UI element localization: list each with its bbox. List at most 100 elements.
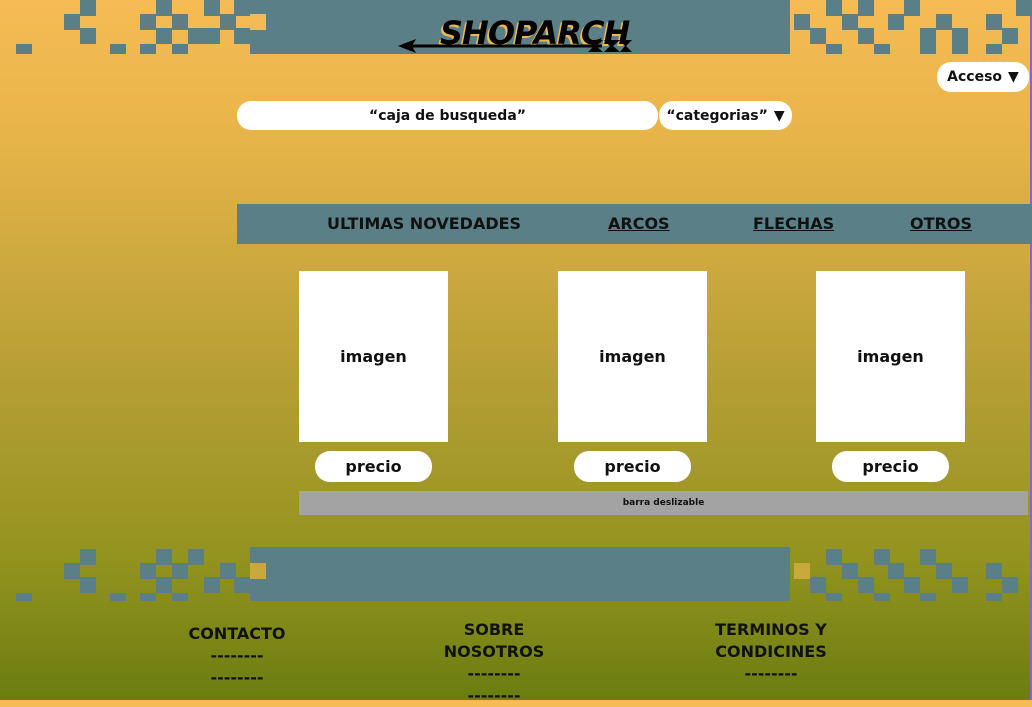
nav-item-latest[interactable]: ULTIMAS NOVEDADES	[327, 214, 521, 233]
decor-pixel	[810, 577, 826, 593]
decor-pixel	[904, 0, 920, 16]
product-price-label: precio	[862, 457, 919, 476]
decor-pixel	[172, 563, 188, 579]
footer-terms-line: --------	[744, 664, 798, 683]
product-price-label: precio	[345, 457, 402, 476]
decor-pixel	[986, 563, 1002, 579]
caret-down-icon: ▼	[1008, 69, 1019, 85]
decor-pixel	[156, 577, 172, 593]
decor-pixel	[920, 28, 936, 44]
nav-item-bows[interactable]: ARCOS	[608, 214, 670, 233]
decor-pixel	[986, 14, 1002, 30]
decor-pixel	[172, 44, 188, 54]
caret-down-icon: ▼	[773, 107, 785, 124]
footer-about: SOBRE NOSOTROS -------- --------	[414, 619, 574, 707]
decor-pixel	[904, 577, 920, 593]
product-price-button[interactable]: precio	[574, 451, 691, 482]
footer-contact: CONTACTO -------- --------	[187, 623, 287, 689]
product-scrollbar[interactable]: barra deslizable	[299, 491, 1028, 515]
decor-pixel	[140, 563, 156, 579]
decor-pixel	[1002, 28, 1018, 44]
decor-pixel	[858, 28, 874, 44]
footer-contact-line: --------	[210, 668, 264, 687]
footer-band	[0, 547, 1032, 601]
access-label: Acceso	[947, 69, 1003, 85]
decor-pixel	[920, 593, 936, 601]
scrollbar-label: barra deslizable	[622, 498, 705, 508]
decor-pixel	[140, 593, 156, 601]
category-nav: ULTIMAS NOVEDADES ARCOS FLECHAS OTROS	[237, 204, 1032, 244]
product-image[interactable]: imagen	[558, 271, 707, 442]
footer-terms-title[interactable]: TERMINOS Y	[706, 619, 836, 641]
decor-pixel	[810, 28, 826, 44]
nav-item-arrows[interactable]: FLECHAS	[753, 214, 834, 233]
decor-pixel	[110, 593, 126, 601]
decor-pixel	[172, 593, 188, 601]
decor-pixel	[826, 593, 842, 601]
decor-pixel	[986, 593, 1002, 601]
footer-terms: TERMINOS Y CONDICINES --------	[706, 619, 836, 685]
decor-pixel	[888, 14, 904, 30]
decor-pixel	[64, 563, 80, 579]
footer-terms-title[interactable]: CONDICINES	[706, 641, 836, 663]
decor-pixel	[16, 593, 32, 601]
product-price-label: precio	[604, 457, 661, 476]
decor-pixel	[1016, 0, 1032, 16]
decor-pixel	[80, 0, 96, 16]
arrow-icon	[398, 39, 632, 53]
decor-pixel	[920, 44, 936, 54]
footer-band-bar	[250, 547, 790, 601]
decor-pixel	[874, 593, 890, 601]
product-image[interactable]: imagen	[816, 271, 965, 442]
decor-pixel	[826, 0, 842, 16]
decor-pixel	[234, 28, 250, 44]
decor-pixel	[204, 577, 220, 593]
decor-pixel	[952, 44, 968, 54]
decor-pixel	[16, 44, 32, 54]
decor-pixel	[936, 563, 952, 579]
product-price-button[interactable]: precio	[832, 451, 949, 482]
decor-pixel	[156, 0, 172, 16]
decor-pixel	[80, 577, 96, 593]
decor-pixel	[188, 549, 204, 565]
decor-pixel	[842, 563, 858, 579]
decor-pixel	[986, 44, 1002, 54]
footer-contact-line: --------	[210, 646, 264, 665]
decor-pixel	[172, 14, 188, 30]
access-dropdown[interactable]: Acceso ▼	[937, 62, 1029, 92]
footer-about-line: --------	[467, 664, 521, 683]
categories-label: “categorias”	[666, 107, 768, 124]
decor-pixel	[874, 44, 890, 54]
decor-pixel	[794, 563, 810, 579]
decor-pixel	[250, 14, 266, 30]
decor-pixel	[858, 0, 874, 16]
decor-pixel	[826, 549, 842, 565]
decor-pixel	[156, 28, 172, 44]
shoparch-logo[interactable]: SHOPARCH	[398, 12, 634, 56]
decor-pixel	[204, 28, 220, 44]
product-price-button[interactable]: precio	[315, 451, 432, 482]
decor-pixel	[888, 563, 904, 579]
decor-pixel	[140, 44, 156, 54]
decor-pixel	[936, 14, 952, 30]
decor-pixel	[140, 14, 156, 30]
decor-pixel	[156, 549, 172, 565]
product-image[interactable]: imagen	[299, 271, 448, 442]
decor-pixel	[920, 549, 936, 565]
decor-pixel	[64, 14, 80, 30]
footer-about-line: --------	[467, 686, 521, 705]
search-input[interactable]: “caja de busqueda”	[237, 101, 658, 130]
decor-pixel	[1002, 577, 1018, 593]
decor-pixel	[826, 44, 842, 54]
decor-pixel	[858, 577, 874, 593]
footer-contact-title[interactable]: CONTACTO	[187, 623, 287, 645]
decor-pixel	[80, 549, 96, 565]
decor-pixel	[188, 28, 204, 44]
footer-about-title[interactable]: SOBRE NOSOTROS	[414, 619, 574, 663]
product-image-label: imagen	[340, 347, 407, 366]
nav-item-others[interactable]: OTROS	[910, 214, 972, 233]
categories-dropdown[interactable]: “categorias” ▼	[659, 101, 792, 130]
search-label: “caja de busqueda”	[369, 107, 526, 124]
product-image-label: imagen	[599, 347, 666, 366]
decor-pixel	[204, 0, 220, 16]
